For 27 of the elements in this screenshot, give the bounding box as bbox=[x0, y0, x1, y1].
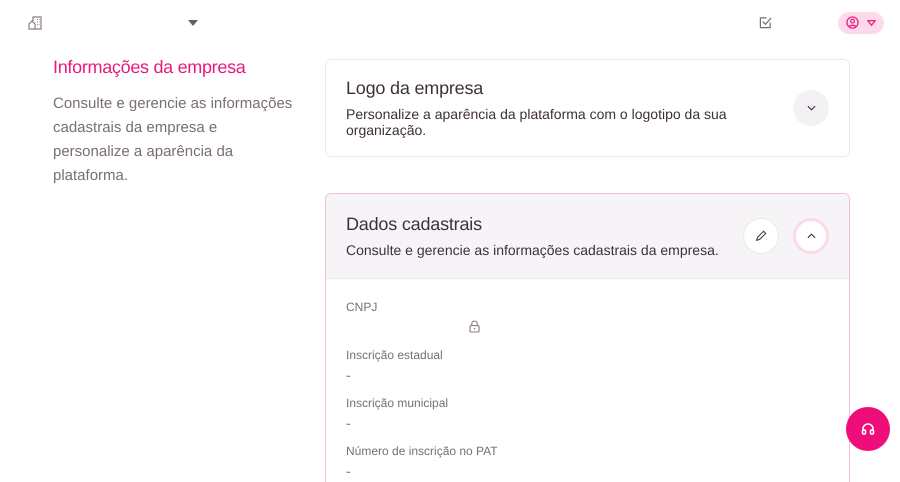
field-label: Número de inscrição no PAT bbox=[346, 444, 499, 459]
chevron-up-icon bbox=[806, 233, 816, 239]
section-description: Personalize a aparência da plataforma com o logotipo da sua organização. bbox=[346, 106, 728, 138]
building-icon[interactable] bbox=[28, 16, 42, 30]
pencil-icon bbox=[755, 230, 767, 242]
section-title: Logo da empresa bbox=[346, 78, 484, 99]
user-icon bbox=[846, 16, 859, 29]
page-description: Consulte e gerencie as informações cadastrais da empresa e personalize a aparência da plataforma. bbox=[53, 94, 293, 186]
field-value: - bbox=[346, 462, 351, 480]
chevron-down-icon bbox=[806, 105, 816, 111]
field-label: CNPJ bbox=[346, 300, 378, 315]
field-value: - bbox=[346, 414, 351, 432]
caret-icon bbox=[867, 20, 876, 26]
edit-button[interactable] bbox=[743, 218, 779, 254]
page-title: Informações da empresa bbox=[53, 57, 247, 78]
expand-toggle-button[interactable] bbox=[793, 218, 829, 254]
checkbox-icon[interactable] bbox=[759, 16, 772, 29]
headset-icon bbox=[860, 421, 876, 437]
user-menu-button[interactable] bbox=[838, 12, 884, 34]
field-label: Inscrição estadual bbox=[346, 348, 444, 363]
section-title: Dados cadastrais bbox=[346, 214, 483, 235]
section-description: Consulte e gerencie as informações cadastrais da empresa. bbox=[346, 242, 720, 258]
field-value: - bbox=[346, 366, 351, 384]
support-button[interactable] bbox=[846, 407, 890, 451]
dropdown-caret-icon[interactable] bbox=[188, 20, 198, 26]
field-label: Inscrição municipal bbox=[346, 396, 450, 411]
expand-toggle-button[interactable] bbox=[793, 90, 829, 126]
